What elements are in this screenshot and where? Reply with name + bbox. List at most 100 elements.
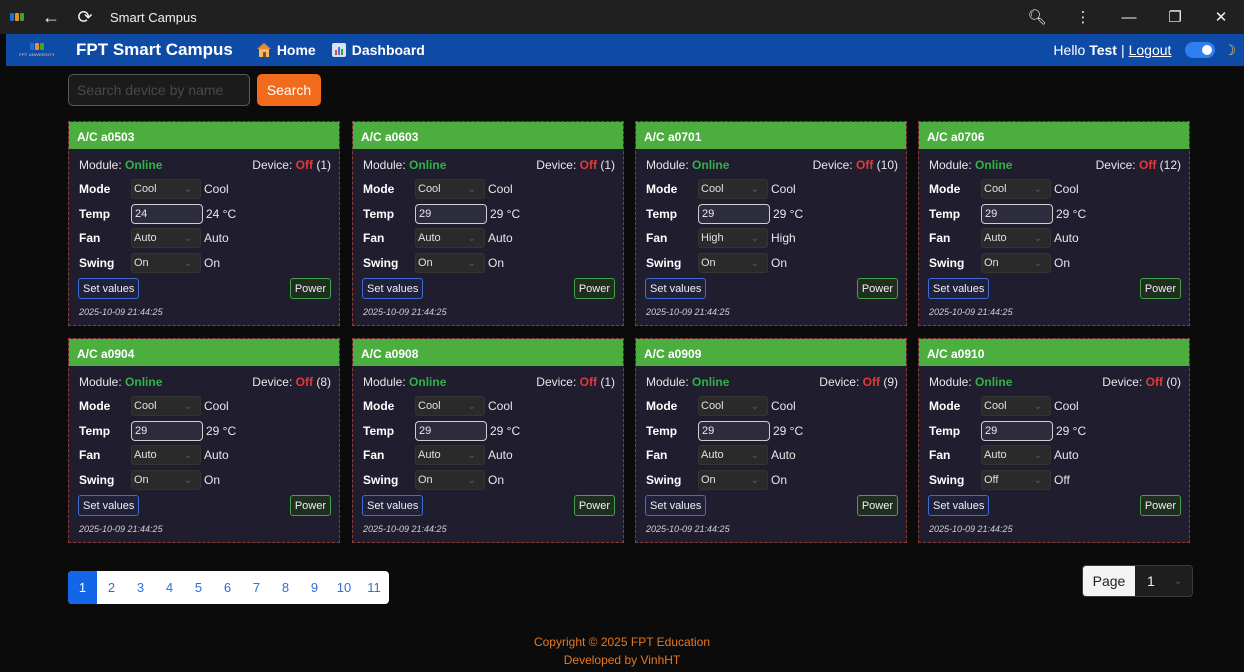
temp-input[interactable]: 29 bbox=[415, 421, 487, 441]
power-button[interactable]: Power bbox=[573, 278, 615, 299]
swing-select[interactable]: Off ⌄ bbox=[981, 470, 1051, 490]
chevron-down-icon: ⌄ bbox=[750, 449, 759, 461]
mode-label: Mode bbox=[363, 399, 395, 413]
last-updated-timestamp: 2025-10-09 21:44:25 bbox=[646, 524, 730, 534]
fpt-university-logo[interactable]: FPT UNIVERSITY bbox=[10, 37, 64, 63]
nav-dashboard[interactable]: Dashboard bbox=[331, 42, 425, 58]
card-title: A/C a0910 bbox=[919, 339, 1189, 366]
temp-label: Temp bbox=[363, 207, 395, 221]
temp-label: Temp bbox=[929, 424, 961, 438]
fan-select[interactable]: Auto ⌄ bbox=[415, 228, 485, 248]
refresh-icon[interactable]: ⟳ bbox=[74, 6, 96, 28]
nav-dashboard-label: Dashboard bbox=[351, 42, 425, 58]
mode-select[interactable]: Cool ⌄ bbox=[415, 396, 485, 416]
temp-value: 29 °C bbox=[490, 424, 521, 438]
power-button[interactable]: Power bbox=[1139, 495, 1181, 516]
page-link[interactable]: 9 bbox=[300, 571, 329, 604]
logout-link[interactable]: Logout bbox=[1129, 42, 1172, 58]
fan-value: High bbox=[771, 231, 796, 245]
page-selector[interactable]: Page 1 ⌄ bbox=[1082, 565, 1193, 597]
chevron-down-icon: ⌄ bbox=[1033, 449, 1042, 461]
card-title: A/C a0701 bbox=[636, 122, 906, 149]
fan-select[interactable]: High ⌄ bbox=[698, 228, 768, 248]
chevron-down-icon: ⌄ bbox=[750, 474, 759, 486]
mode-select[interactable]: Cool ⌄ bbox=[415, 179, 485, 199]
set-values-button[interactable]: Set values bbox=[928, 278, 990, 299]
page-link[interactable]: 6 bbox=[213, 571, 242, 604]
power-button[interactable]: Power bbox=[573, 495, 615, 516]
page-link[interactable]: 3 bbox=[126, 571, 155, 604]
swing-select[interactable]: On ⌄ bbox=[698, 253, 768, 273]
page-link[interactable]: 7 bbox=[242, 571, 271, 604]
power-button[interactable]: Power bbox=[856, 495, 898, 516]
brand-title[interactable]: FPT Smart Campus bbox=[76, 40, 233, 60]
swing-select[interactable]: On ⌄ bbox=[131, 470, 201, 490]
page-link[interactable]: 4 bbox=[155, 571, 184, 604]
close-icon[interactable]: ✕ bbox=[1198, 0, 1244, 34]
nav-home[interactable]: Home bbox=[256, 42, 316, 58]
set-values-button[interactable]: Set values bbox=[928, 495, 990, 516]
temp-input[interactable]: 29 bbox=[698, 421, 770, 441]
swing-select[interactable]: On ⌄ bbox=[131, 253, 201, 273]
fan-select[interactable]: Auto ⌄ bbox=[131, 445, 201, 465]
swing-select[interactable]: On ⌄ bbox=[981, 253, 1051, 273]
search-button[interactable]: Search bbox=[257, 74, 321, 106]
chevron-down-icon: ⌄ bbox=[183, 449, 192, 461]
mode-label: Mode bbox=[646, 182, 678, 196]
swing-label: Swing bbox=[79, 473, 115, 487]
page-link[interactable]: 1 bbox=[68, 571, 97, 604]
temp-input[interactable]: 24 bbox=[131, 204, 203, 224]
swing-value: On bbox=[1054, 256, 1071, 270]
set-values-button[interactable]: Set values bbox=[645, 495, 707, 516]
swing-select[interactable]: On ⌄ bbox=[698, 470, 768, 490]
temp-input[interactable]: 29 bbox=[981, 421, 1053, 441]
swing-select[interactable]: On ⌄ bbox=[415, 253, 485, 273]
set-values-button[interactable]: Set values bbox=[362, 495, 424, 516]
swing-select[interactable]: On ⌄ bbox=[415, 470, 485, 490]
mode-select[interactable]: Cool ⌄ bbox=[131, 396, 201, 416]
page-link[interactable]: 5 bbox=[184, 571, 213, 604]
fan-select[interactable]: Auto ⌄ bbox=[131, 228, 201, 248]
restore-icon[interactable]: ❐ bbox=[1152, 0, 1198, 34]
more-menu-icon[interactable]: ⋮ bbox=[1060, 0, 1106, 34]
mode-select[interactable]: Cool ⌄ bbox=[131, 179, 201, 199]
set-values-button[interactable]: Set values bbox=[78, 278, 140, 299]
back-arrow-icon[interactable]: ← bbox=[40, 6, 62, 28]
power-button[interactable]: Power bbox=[1139, 278, 1181, 299]
theme-toggle[interactable] bbox=[1185, 42, 1216, 58]
temp-input[interactable]: 29 bbox=[698, 204, 770, 224]
mode-select[interactable]: Cool ⌄ bbox=[981, 179, 1051, 199]
zoom-icon[interactable]: 🔍︎ bbox=[1014, 0, 1060, 34]
page-link[interactable]: 8 bbox=[271, 571, 300, 604]
mode-value: Cool bbox=[771, 182, 796, 196]
fan-label: Fan bbox=[363, 231, 385, 245]
page-selector-label: Page bbox=[1083, 566, 1135, 596]
fan-select[interactable]: Auto ⌄ bbox=[981, 445, 1051, 465]
fan-select[interactable]: Auto ⌄ bbox=[698, 445, 768, 465]
last-updated-timestamp: 2025-10-09 21:44:25 bbox=[929, 524, 1013, 534]
fan-select[interactable]: Auto ⌄ bbox=[981, 228, 1051, 248]
mode-select[interactable]: Cool ⌄ bbox=[698, 396, 768, 416]
swing-value: On bbox=[771, 256, 788, 270]
temp-input[interactable]: 29 bbox=[415, 204, 487, 224]
set-values-button[interactable]: Set values bbox=[645, 278, 707, 299]
fan-select[interactable]: Auto ⌄ bbox=[415, 445, 485, 465]
set-values-button[interactable]: Set values bbox=[362, 278, 424, 299]
page-link[interactable]: 11 bbox=[359, 571, 389, 604]
page-link[interactable]: 2 bbox=[97, 571, 126, 604]
power-button[interactable]: Power bbox=[289, 278, 331, 299]
mode-select[interactable]: Cool ⌄ bbox=[981, 396, 1051, 416]
search-input[interactable] bbox=[68, 74, 250, 106]
page-link[interactable]: 10 bbox=[329, 571, 359, 604]
power-button[interactable]: Power bbox=[289, 495, 331, 516]
temp-input[interactable]: 29 bbox=[131, 421, 203, 441]
mode-select[interactable]: Cool ⌄ bbox=[698, 179, 768, 199]
set-values-button[interactable]: Set values bbox=[78, 495, 140, 516]
chevron-down-icon: ⌄ bbox=[1033, 257, 1042, 269]
minimize-icon[interactable]: — bbox=[1106, 0, 1152, 34]
device-status: Device: Off (10) bbox=[812, 158, 898, 172]
power-button[interactable]: Power bbox=[856, 278, 898, 299]
temp-input[interactable]: 29 bbox=[981, 204, 1053, 224]
fan-label: Fan bbox=[79, 231, 101, 245]
page-selector-value[interactable]: 1 ⌄ bbox=[1135, 566, 1192, 596]
